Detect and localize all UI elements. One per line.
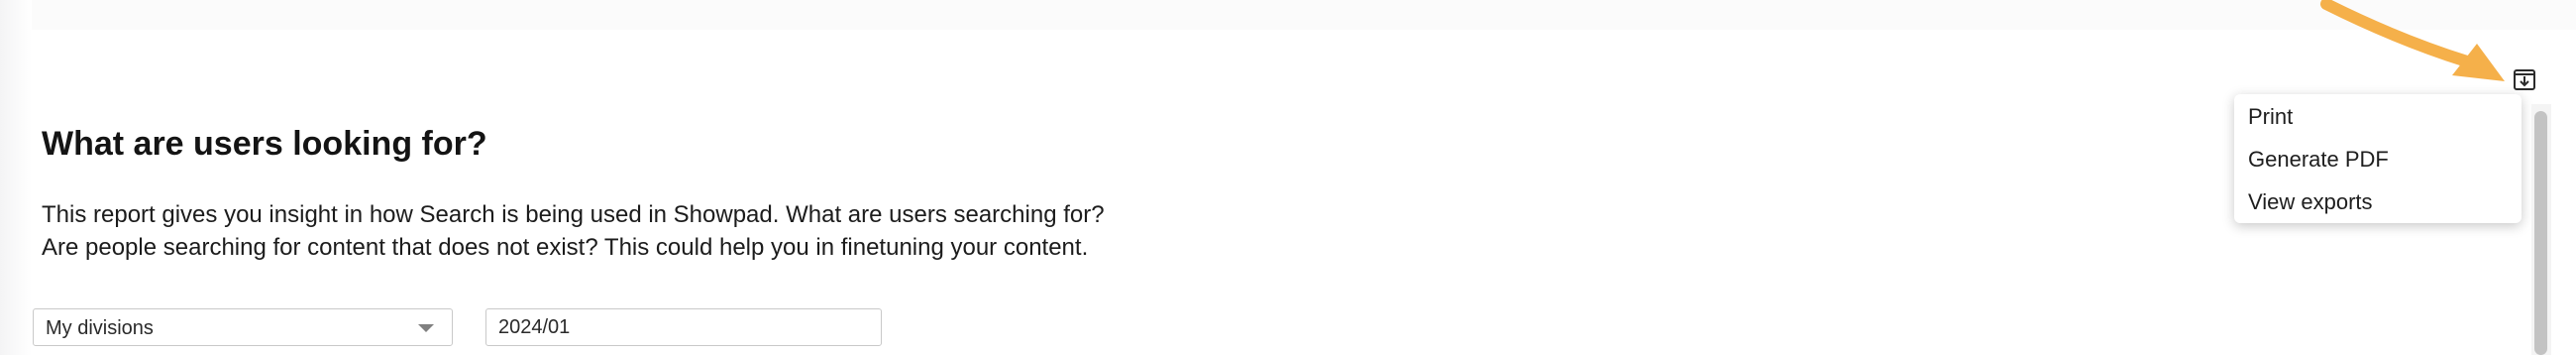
menu-item-generate-pdf[interactable]: Generate PDF xyxy=(2248,147,2389,173)
page-title: What are users looking for? xyxy=(42,125,487,163)
menu-item-view-exports[interactable]: View exports xyxy=(2248,189,2373,215)
chevron-down-icon xyxy=(418,324,434,332)
left-edge-shadow xyxy=(0,0,32,355)
top-bar-background xyxy=(0,0,2576,30)
division-select[interactable]: My divisions xyxy=(33,308,453,346)
scrollbar-thumb[interactable] xyxy=(2534,111,2547,355)
menu-item-print[interactable]: Print xyxy=(2248,104,2293,130)
page-description-line-2: Are people searching for content that do… xyxy=(42,234,1089,261)
download-icon[interactable] xyxy=(2513,67,2536,91)
date-input[interactable] xyxy=(485,308,882,346)
division-select-value: My divisions xyxy=(46,317,154,339)
page-description-line-1: This report gives you insight in how Sea… xyxy=(42,201,1105,228)
export-dropdown-menu: Print Generate PDF View exports xyxy=(2234,94,2522,223)
